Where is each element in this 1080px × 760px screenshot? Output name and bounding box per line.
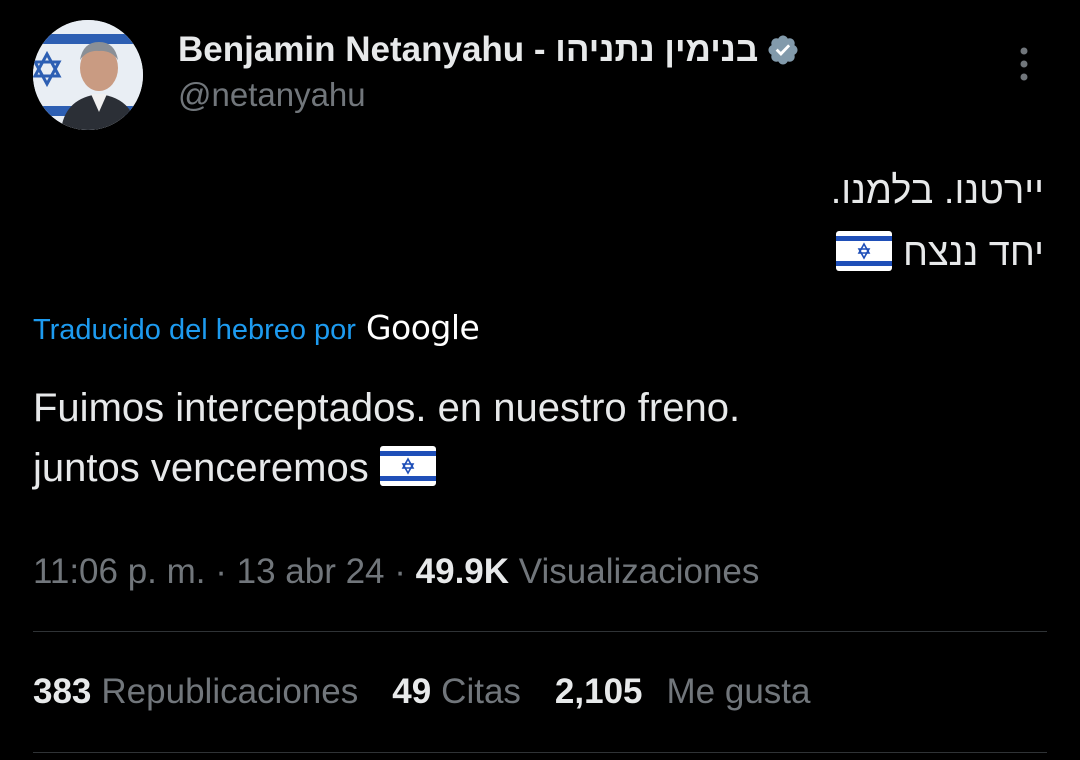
original-line-1: יירטנו. בלמנו. (830, 170, 1044, 212)
divider (33, 752, 1047, 753)
translation-line-2-text: juntos venceremos (33, 446, 369, 490)
tweet-detail: Benjamin Netanyahu - בנימין נתניהו @neta… (0, 0, 1080, 760)
translation-line-2: juntos venceremos (33, 438, 1043, 498)
reposts-stat[interactable]: 383 Republicaciones (33, 672, 358, 712)
google-logo: Google (365, 308, 480, 347)
meta-separator: · (384, 552, 416, 591)
likes-label: Me gusta (666, 672, 811, 711)
translation-line-1: Fuimos interceptados. en nuestro freno. (33, 386, 741, 430)
tweet-original-text: יירטנו. בלמנו. יחד ננצח (344, 160, 1044, 284)
author-handle[interactable]: @netanyahu (178, 76, 366, 114)
israel-flag-icon (836, 228, 893, 271)
original-line-2: יחד ננצח (344, 222, 1044, 284)
translated-from-link[interactable]: Traducido del hebreo por (33, 314, 356, 347)
tweet-meta: 11:06 p. m. · 13 abr 24 · 49.9K Visualiz… (33, 552, 759, 592)
author-display-name[interactable]: Benjamin Netanyahu - בנימין נתניהו (178, 30, 758, 70)
divider (33, 631, 1047, 632)
more-vertical-icon (1020, 47, 1028, 81)
tweet-stats: 383 Republicaciones 49 Citas 2,105 Me gusta (33, 672, 844, 712)
original-line-2-text: יחד ננצח (902, 232, 1044, 274)
tweet-translated-text: Fuimos interceptados. en nuestro freno. … (33, 378, 1043, 498)
quotes-label: Citas (441, 672, 521, 711)
author-avatar[interactable] (33, 20, 143, 130)
quotes-stat[interactable]: 49 Citas (392, 672, 521, 712)
reposts-label: Republicaciones (101, 672, 359, 711)
israel-flag-icon (379, 443, 436, 486)
author-name-row: Benjamin Netanyahu - בנימין נתניהו (178, 30, 800, 70)
views-count: 49.9K (415, 552, 510, 591)
meta-separator: · (205, 552, 237, 591)
views-label: Visualizaciones (518, 552, 760, 591)
tweet-time[interactable]: 11:06 p. m. (33, 552, 206, 591)
verified-badge-icon[interactable] (766, 33, 800, 67)
more-options-button[interactable] (1006, 42, 1042, 88)
likes-count: 2,105 (554, 672, 643, 711)
quotes-count: 49 (392, 672, 432, 711)
tweet-date[interactable]: 13 abr 24 (237, 552, 385, 591)
reposts-count: 383 (33, 672, 92, 711)
likes-stat[interactable]: 2,105 Me gusta (555, 672, 811, 712)
translation-attribution: Traducido del hebreo por Google (33, 308, 480, 347)
